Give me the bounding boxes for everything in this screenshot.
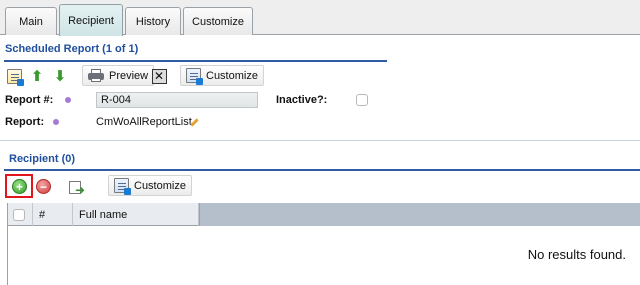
preview-label: Preview [109, 69, 149, 82]
recipient-grid: # Full name No results found. [7, 203, 640, 285]
tab-recipient[interactable]: Recipient [59, 4, 123, 36]
plus-icon: + [15, 179, 23, 194]
report-customize-button[interactable]: Customize [180, 65, 264, 86]
report-customize-label: Customize [206, 69, 258, 82]
report-section-divider [4, 60, 387, 62]
customize-icon [186, 68, 203, 85]
required-indicator [65, 97, 71, 103]
export-icon: ➜ [68, 180, 85, 196]
add-recipient-button[interactable]: + [12, 179, 27, 194]
report-number-field[interactable]: R-004 [96, 92, 258, 108]
tab-customize[interactable]: Customize [183, 7, 253, 35]
arrow-down-icon: ⬇ [53, 67, 67, 85]
section-separator [0, 140, 640, 141]
column-full-name[interactable]: Full name [73, 203, 199, 226]
export-button[interactable]: ➜ [66, 177, 86, 197]
move-up-button[interactable]: ⬆ [27, 66, 47, 86]
recipient-section-title: Recipient (0) [9, 153, 76, 165]
edit-document-icon [6, 68, 24, 86]
close-button[interactable]: ✕ [149, 66, 169, 86]
report-label: Report: [5, 116, 45, 128]
edit-report-button[interactable] [4, 66, 24, 86]
recipient-section-divider [4, 169, 640, 171]
tab-main[interactable]: Main [5, 7, 57, 35]
tab-history[interactable]: History [125, 7, 181, 35]
arrow-up-icon: ⬆ [30, 67, 44, 85]
tab-history-label: History [135, 15, 171, 28]
move-down-button[interactable]: ⬇ [50, 66, 70, 86]
select-all-column [8, 203, 33, 226]
inactive-label: Inactive?: [276, 94, 328, 106]
report-number-label: Report #: [5, 94, 54, 106]
report-section-title: Scheduled Report (1 of 1) [5, 43, 139, 55]
grid-header-filler [199, 203, 640, 226]
grid-header: # Full name [8, 203, 640, 226]
recipient-customize-label: Customize [134, 179, 186, 192]
tab-main-label: Main [19, 15, 43, 28]
recipient-customize-button[interactable]: Customize [108, 175, 192, 196]
preview-button[interactable]: Preview [82, 65, 155, 86]
remove-recipient-button[interactable]: − [36, 179, 51, 194]
printer-icon [88, 69, 104, 82]
empty-message: No results found. [527, 247, 626, 262]
select-all-checkbox[interactable] [13, 208, 25, 221]
column-number[interactable]: # [33, 203, 73, 226]
inactive-checkbox[interactable] [356, 94, 368, 106]
close-icon: ✕ [151, 68, 167, 84]
tab-recipient-label: Recipient [68, 14, 114, 27]
customize-icon [114, 178, 131, 195]
report-value[interactable]: CmWoAllReportList [96, 116, 192, 128]
minus-icon: − [39, 179, 47, 194]
tab-bar: Main Recipient History Customize [0, 0, 640, 36]
tab-customize-label: Customize [192, 15, 244, 28]
required-indicator [53, 119, 59, 125]
